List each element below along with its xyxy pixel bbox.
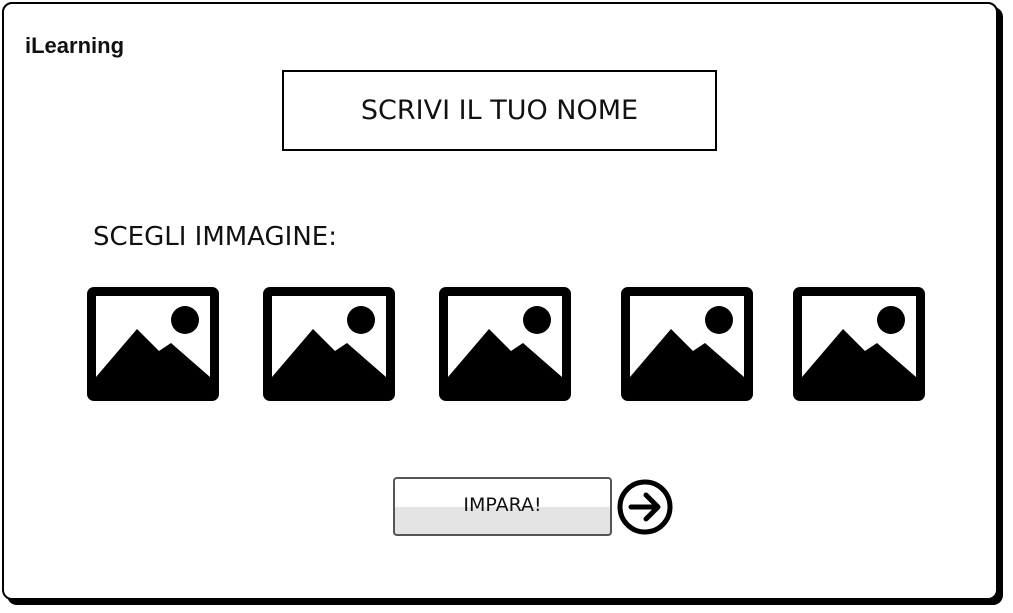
image-placeholder-icon (87, 287, 219, 401)
learn-button[interactable]: IMPARA! (393, 477, 612, 536)
image-option-2[interactable] (263, 287, 395, 401)
arrow-right-circle-icon (617, 479, 673, 535)
image-placeholder-icon (439, 287, 571, 401)
image-placeholder-icon (263, 287, 395, 401)
image-placeholder-icon (793, 287, 925, 401)
image-option-3[interactable] (439, 287, 571, 401)
image-option-4[interactable] (621, 287, 753, 401)
image-option-5[interactable] (793, 287, 925, 401)
app-title: iLearning (25, 33, 125, 58)
next-arrow-button[interactable] (616, 478, 674, 536)
image-option-1[interactable] (87, 287, 219, 401)
name-input[interactable]: SCRIVI IL TUO NOME (282, 70, 717, 151)
choose-image-label: SCEGLI IMMAGINE: (93, 222, 337, 252)
image-placeholder-icon (621, 287, 753, 401)
